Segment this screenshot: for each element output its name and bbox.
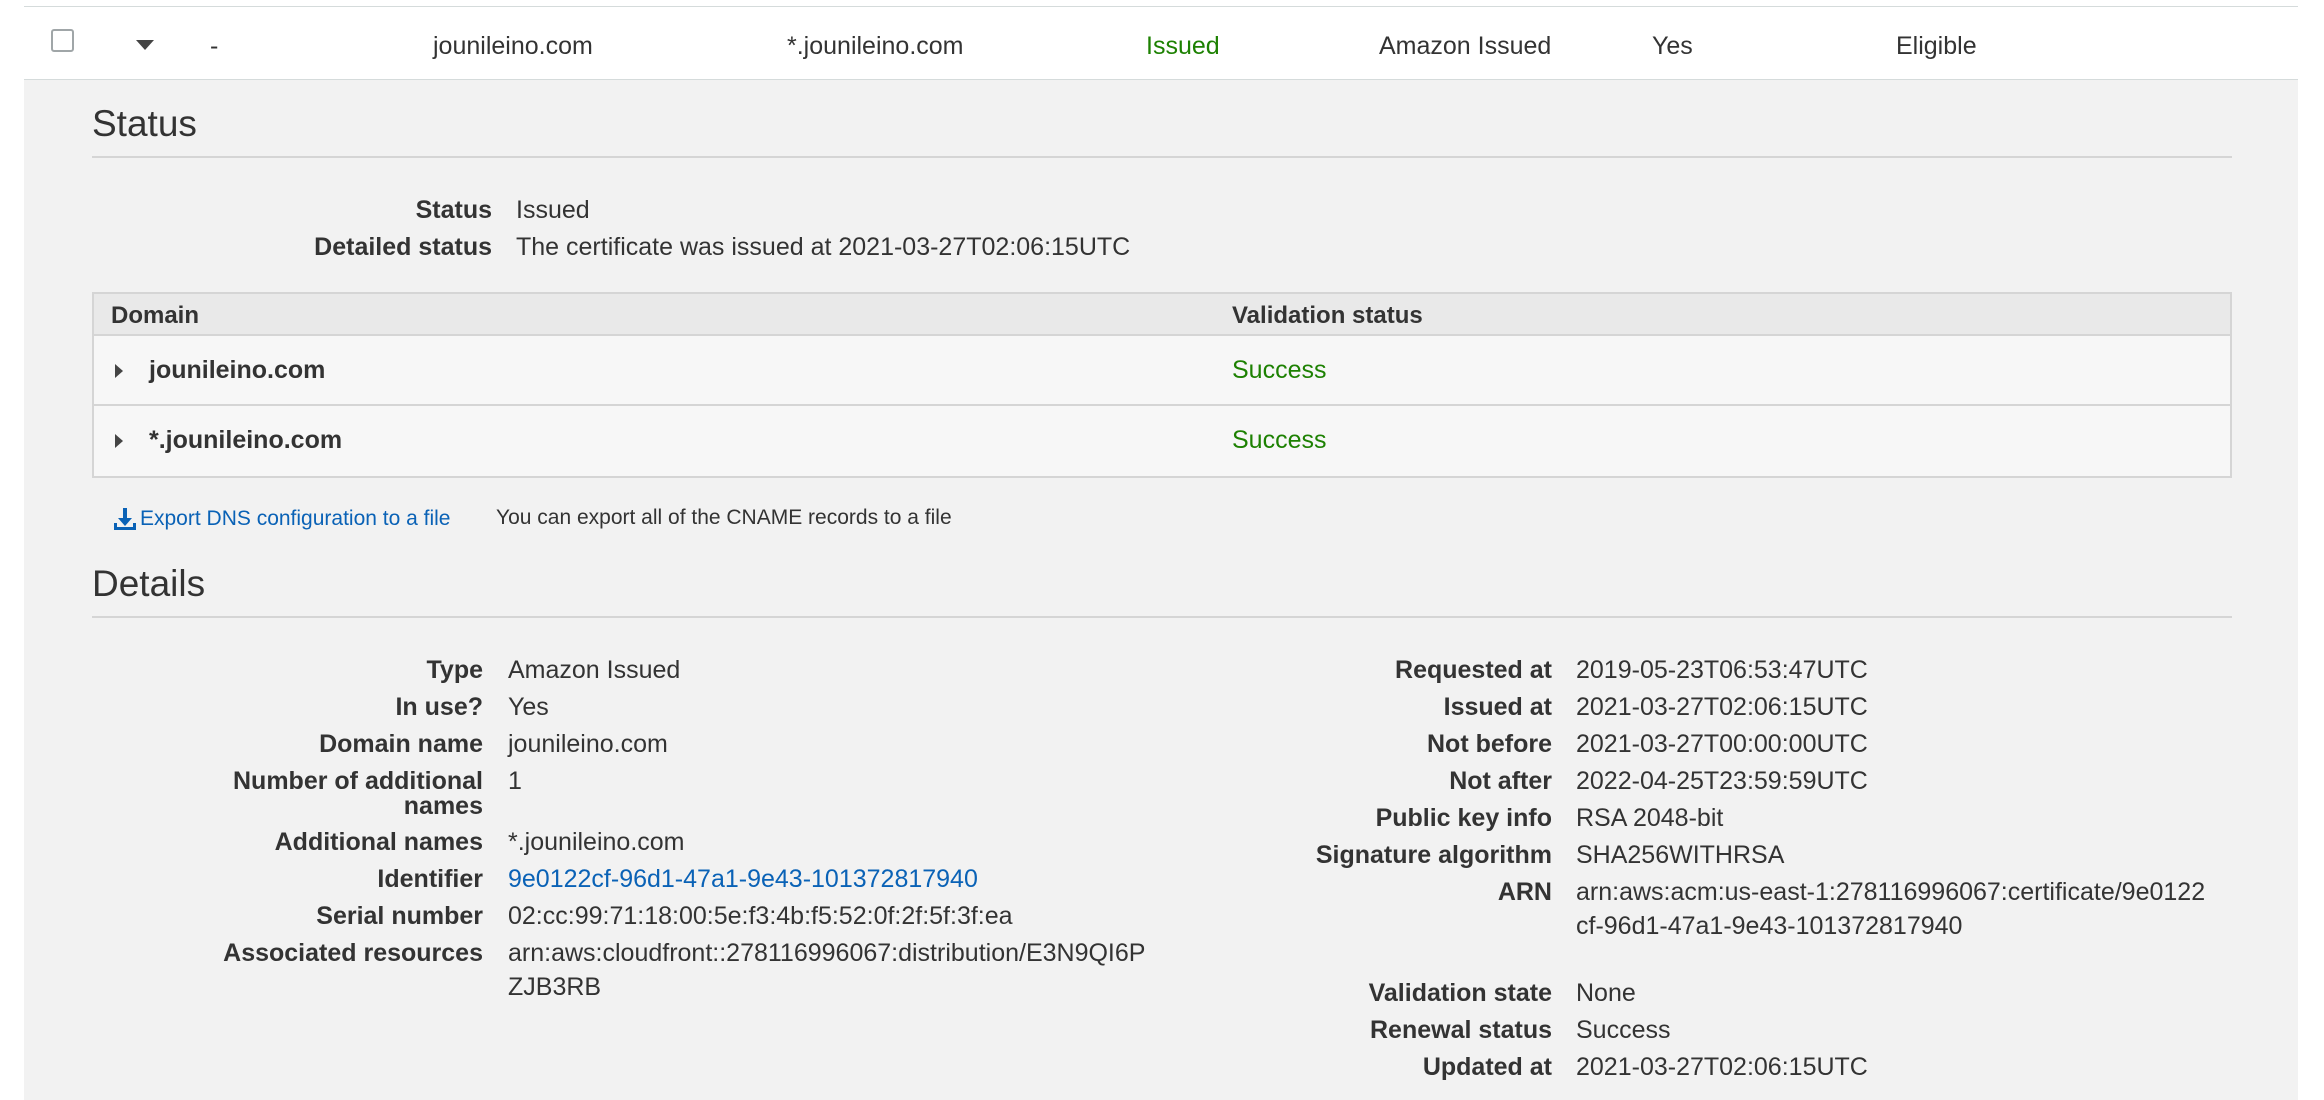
validation-domain: *.jounileino.com	[149, 426, 343, 454]
status-label: Status	[415, 196, 492, 224]
validation-state-value: None	[1576, 979, 1636, 1007]
row-domain: jounileino.com	[433, 32, 593, 60]
requested-at-label: Requested at	[1395, 656, 1552, 684]
detailed-status-label: Detailed status	[314, 233, 492, 261]
row-renewal-eligibility: Eligible	[1896, 32, 1977, 60]
details-divider	[92, 616, 2232, 618]
collapse-caret-icon[interactable]	[136, 40, 154, 50]
export-dns-note: You can export all of the CNAME records …	[496, 506, 952, 529]
export-dns-link-label[interactable]: Export DNS configuration to a file	[140, 507, 451, 531]
row-additional-names: *.jounileino.com	[787, 32, 964, 60]
not-after-value: 2022-04-25T23:59:59UTC	[1576, 767, 1868, 795]
type-label: Type	[426, 656, 484, 684]
validation-status: Success	[1232, 426, 1327, 454]
domain-name-value: jounileino.com	[508, 730, 668, 758]
validation-status: Success	[1232, 356, 1327, 384]
domain-name-label: Domain name	[319, 730, 483, 758]
expand-caret-icon[interactable]	[115, 364, 123, 378]
arn-label: ARN	[1497, 878, 1552, 906]
in-use-label: In use?	[395, 693, 483, 721]
public-key-info-value: RSA 2048-bit	[1576, 804, 1724, 832]
certificate-row[interactable]: - jounileino.com *.jounileino.com Issued…	[24, 6, 2298, 80]
validation-domain: jounileino.com	[149, 356, 326, 384]
status-value: Issued	[516, 196, 590, 224]
additional-names-value: *.jounileino.com	[508, 828, 685, 856]
not-before-value: 2021-03-27T00:00:00UTC	[1576, 730, 1868, 758]
associated-resources-value: arn:aws:cloudfront::278116996067:distrib…	[508, 939, 1146, 1001]
associated-resources-label: Associated resources	[223, 939, 483, 967]
serial-number-value: 02:cc:99:71:18:00:5e:f3:4b:f5:52:0f:2f:5…	[508, 902, 1013, 930]
row-in-use: Yes	[1652, 32, 1693, 60]
column-header-domain: Domain	[111, 302, 200, 329]
row-status: Issued	[1146, 32, 1220, 60]
expand-caret-icon[interactable]	[115, 434, 123, 448]
download-icon	[114, 508, 136, 530]
certificate-detail-panel: Status Status Issued Detailed status The…	[24, 80, 2298, 1100]
signature-algorithm-value: SHA256WITHRSA	[1576, 841, 1785, 869]
table-row[interactable]: *.jounileino.com Success	[94, 406, 2230, 476]
export-dns-link[interactable]: Export DNS configuration to a file	[112, 506, 451, 532]
requested-at-value: 2019-05-23T06:53:47UTC	[1576, 656, 1868, 684]
renewal-status-value: Success	[1576, 1016, 1671, 1044]
column-header-validation-status: Validation status	[1232, 302, 1423, 329]
table-header: Domain Validation status	[94, 294, 2230, 336]
details-section-title: Details	[92, 563, 206, 604]
row-type: Amazon Issued	[1379, 32, 1552, 60]
signature-algorithm-label: Signature algorithm	[1315, 841, 1552, 869]
renewal-status-label: Renewal status	[1369, 1016, 1552, 1044]
not-after-label: Not after	[1449, 767, 1552, 795]
type-value: Amazon Issued	[508, 656, 681, 684]
row-name: -	[210, 32, 219, 60]
issued-at-label: Issued at	[1443, 693, 1552, 721]
serial-number-label: Serial number	[316, 902, 483, 930]
issued-at-value: 2021-03-27T02:06:15UTC	[1576, 693, 1868, 721]
identifier-label: Identifier	[377, 865, 483, 893]
table-row[interactable]: jounileino.com Success	[94, 336, 2230, 406]
in-use-value: Yes	[508, 693, 549, 721]
detailed-status-value: The certificate was issued at 2021-03-27…	[516, 233, 1131, 261]
additional-names-label: Additional names	[274, 828, 483, 856]
validation-state-label: Validation state	[1368, 979, 1552, 1007]
updated-at-value: 2021-03-27T02:06:15UTC	[1576, 1053, 1868, 1081]
domain-validation-table: Domain Validation status jounileino.com …	[92, 292, 2232, 478]
status-divider	[92, 156, 2232, 158]
not-before-label: Not before	[1427, 730, 1552, 758]
arn-value: arn:aws:acm:us-east-1:278116996067:certi…	[1576, 878, 2206, 940]
status-section-title: Status	[92, 103, 197, 144]
additional-names-count-label: Number of additional names	[233, 767, 483, 820]
row-select-checkbox[interactable]	[51, 29, 74, 52]
identifier-link[interactable]: 9e0122cf-96d1-47a1-9e43-101372817940	[508, 862, 978, 896]
additional-names-count-value: 1	[508, 767, 522, 795]
public-key-info-label: Public key info	[1375, 804, 1552, 832]
updated-at-label: Updated at	[1422, 1053, 1552, 1081]
